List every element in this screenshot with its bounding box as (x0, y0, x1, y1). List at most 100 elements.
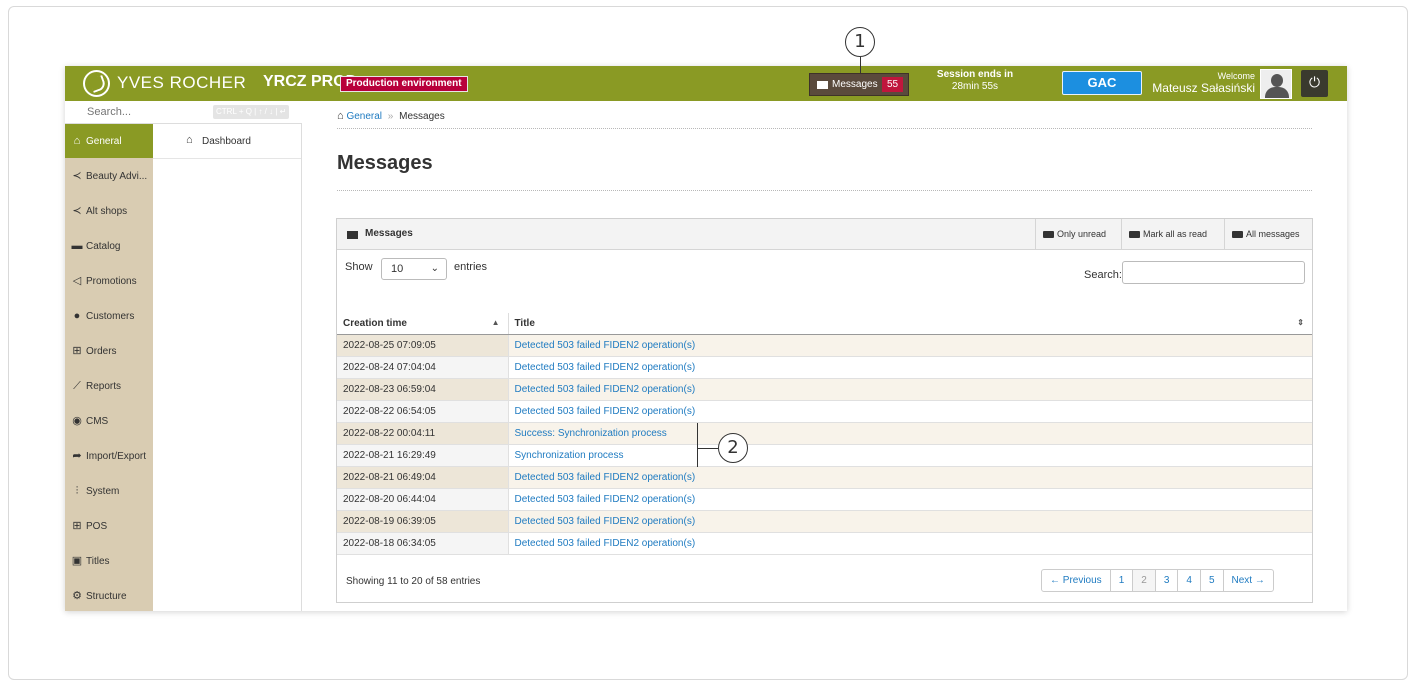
callout-2: 2 (718, 433, 748, 463)
panel-header: Messages Only unread Mark all as read Al… (337, 219, 1312, 250)
sidebar-item-orders[interactable]: ⊞ Orders (65, 334, 153, 368)
pagination-next[interactable]: Next → (1222, 570, 1273, 591)
chevron-down-icon: ⌄ (430, 263, 439, 274)
sidebar-item-promotions[interactable]: ◁ Promotions (65, 264, 153, 298)
brand-logo-icon (83, 70, 110, 97)
message-title-link[interactable]: Detected 503 failed FIDEN2 operation(s) (508, 532, 1312, 555)
sidebar-item-label: Import/Export (86, 451, 147, 462)
sidebar-item-pos[interactable]: ⊞ POS (65, 509, 153, 543)
table-search-input[interactable] (1122, 261, 1305, 284)
cell-creation-time: 2022-08-22 00:04:11 (337, 422, 509, 445)
sidebar-item-label: Promotions (86, 276, 137, 287)
messages-button-label: Messages (832, 79, 878, 90)
column-header-label: Creation time (343, 317, 407, 329)
sidebar-item-catalog[interactable]: ▬ Catalog (65, 229, 153, 263)
power-icon[interactable]: ⏻ (1301, 70, 1328, 97)
sidebar-item-titles[interactable]: ▣ Titles (65, 544, 153, 578)
pagination-page[interactable]: 5 (1199, 570, 1223, 591)
message-title-link[interactable]: Detected 503 failed FIDEN2 operation(s) (508, 466, 1312, 489)
message-title-link[interactable]: Detected 503 failed FIDEN2 operation(s) (508, 378, 1312, 401)
globe-icon: ◉ (72, 415, 82, 427)
callout-2-leader (697, 448, 718, 449)
welcome-block: Welcome Mateusz Sałasiński (1125, 71, 1255, 95)
sidebar-item-import-export[interactable]: ➦ Import/Export (65, 439, 153, 473)
sidebar-item-structure[interactable]: ⚙ Structure (65, 579, 153, 611)
sidebar-item-reports[interactable]: ⟋ Reports (65, 369, 153, 403)
table-search-label: Search: (1084, 269, 1122, 281)
message-title-link[interactable]: Detected 503 failed FIDEN2 operation(s) (508, 400, 1312, 423)
chart-icon: ⟋ (73, 380, 81, 392)
sidebar-item-label: Beauty Advi... (86, 171, 148, 182)
sidebar-item-cms[interactable]: ◉ CMS (65, 404, 153, 438)
pagination-page[interactable]: 4 (1177, 570, 1200, 591)
inbox-icon (1129, 231, 1140, 238)
pagination-page[interactable]: 1 (1109, 570, 1133, 591)
mark-all-read-button[interactable]: Mark all as read (1121, 219, 1224, 249)
sidebar-item-label: Customers (86, 311, 135, 322)
user-name: Mateusz Sałasiński (1152, 81, 1255, 95)
sidebar-item-customers[interactable]: ● Customers (65, 299, 153, 333)
all-messages-button[interactable]: All messages (1224, 219, 1312, 249)
table-row: 2022-08-22 06:54:05 Detected 503 failed … (337, 400, 1312, 423)
sliders-icon: ⫶ (75, 485, 79, 497)
panel-title: Messages (365, 228, 413, 239)
brand-name: YVES ROCHER (117, 73, 247, 92)
pagination-page-current[interactable]: 2 (1132, 570, 1155, 591)
avatar-body (1265, 87, 1289, 98)
breadcrumb-link-general[interactable]: General (346, 111, 382, 122)
column-header-title[interactable]: Title ⇕ (508, 313, 1312, 335)
sidebar-item-label: CMS (86, 416, 109, 427)
only-unread-button[interactable]: Only unread (1035, 219, 1121, 249)
table-info: Showing 11 to 20 of 58 entries (346, 576, 481, 587)
message-title-link[interactable]: Detected 503 failed FIDEN2 operation(s) (508, 334, 1312, 357)
subnav-item-dashboard[interactable]: ⌂ Dashboard (153, 124, 301, 159)
column-header-creation-time[interactable]: Creation time ▲ (337, 313, 509, 335)
home-icon: ⌂ (186, 134, 193, 146)
cell-creation-time: 2022-08-24 07:04:04 (337, 356, 509, 379)
cell-creation-time: 2022-08-21 16:29:49 (337, 444, 509, 467)
pagination-page[interactable]: 3 (1154, 570, 1178, 591)
sidebar-item-beauty-advisors[interactable]: ≺ Beauty Advi... (65, 159, 153, 193)
messages-table: Creation time ▲ Title ⇕ 2022-08-25 07:09… (337, 313, 1312, 555)
sidebar-item-general[interactable]: ⌂ General (65, 124, 153, 158)
inbox-icon (1232, 231, 1243, 238)
table-row: 2022-08-25 07:09:05 Detected 503 failed … (337, 334, 1312, 357)
sidebar-item-label: System (86, 486, 120, 497)
divider (337, 190, 1312, 191)
avatar[interactable] (1260, 69, 1292, 99)
session-timer: Session ends in 28min 55s (925, 69, 1025, 92)
envelope-icon (347, 231, 358, 239)
callout-1-leader (860, 57, 861, 73)
message-title-link[interactable]: Detected 503 failed FIDEN2 operation(s) (508, 488, 1312, 511)
entries-select[interactable]: 10 ⌄ (381, 258, 447, 280)
home-icon: ⌂ (73, 135, 81, 147)
message-title-link[interactable]: Synchronization process (508, 444, 1312, 467)
envelope-icon (817, 81, 828, 89)
home-icon: ⌂ (337, 110, 344, 122)
messages-button[interactable]: Messages 55 (809, 73, 909, 96)
page-title: Messages (337, 152, 433, 174)
sidebar-item-label: Titles (86, 556, 110, 567)
message-title-link[interactable]: Success: Synchronization process (508, 422, 1312, 445)
sidebar-item-system[interactable]: ⫶ System (65, 474, 153, 508)
table-row: 2022-08-21 06:49:04 Detected 503 failed … (337, 466, 1312, 489)
sidebar-search: CTRL + Q | ↑ / ↓ | ↵ (65, 101, 302, 124)
table-row: 2022-08-23 06:59:04 Detected 503 failed … (337, 378, 1312, 401)
sidebar-nav: ⌂ General ≺ Beauty Advi... ≺ Alt shops ▬… (65, 124, 153, 611)
callout-2-bracket (697, 423, 698, 467)
message-title-link[interactable]: Detected 503 failed FIDEN2 operation(s) (508, 356, 1312, 379)
session-time: 28min 55s (951, 81, 999, 92)
megaphone-icon: ◁ (72, 275, 82, 287)
table-row: 2022-08-20 06:44:04 Detected 503 failed … (337, 488, 1312, 511)
pagination-previous[interactable]: ← Previous (1042, 570, 1110, 591)
breadcrumb: ⌂ General » Messages (337, 110, 445, 122)
sidebar-item-alt-shops[interactable]: ≺ Alt shops (65, 194, 153, 228)
share-icon: ≺ (72, 205, 82, 217)
entries-length-control: Show 10 ⌄ entries (345, 258, 487, 280)
arrow-icon: ➦ (72, 450, 82, 462)
table-row: 2022-08-21 16:29:49 Synchronization proc… (337, 444, 1312, 467)
message-title-link[interactable]: Detected 503 failed FIDEN2 operation(s) (508, 510, 1312, 533)
cell-creation-time: 2022-08-21 06:49:04 (337, 466, 509, 489)
table-row: 2022-08-19 06:39:05 Detected 503 failed … (337, 510, 1312, 533)
share-icon: ≺ (72, 170, 82, 182)
